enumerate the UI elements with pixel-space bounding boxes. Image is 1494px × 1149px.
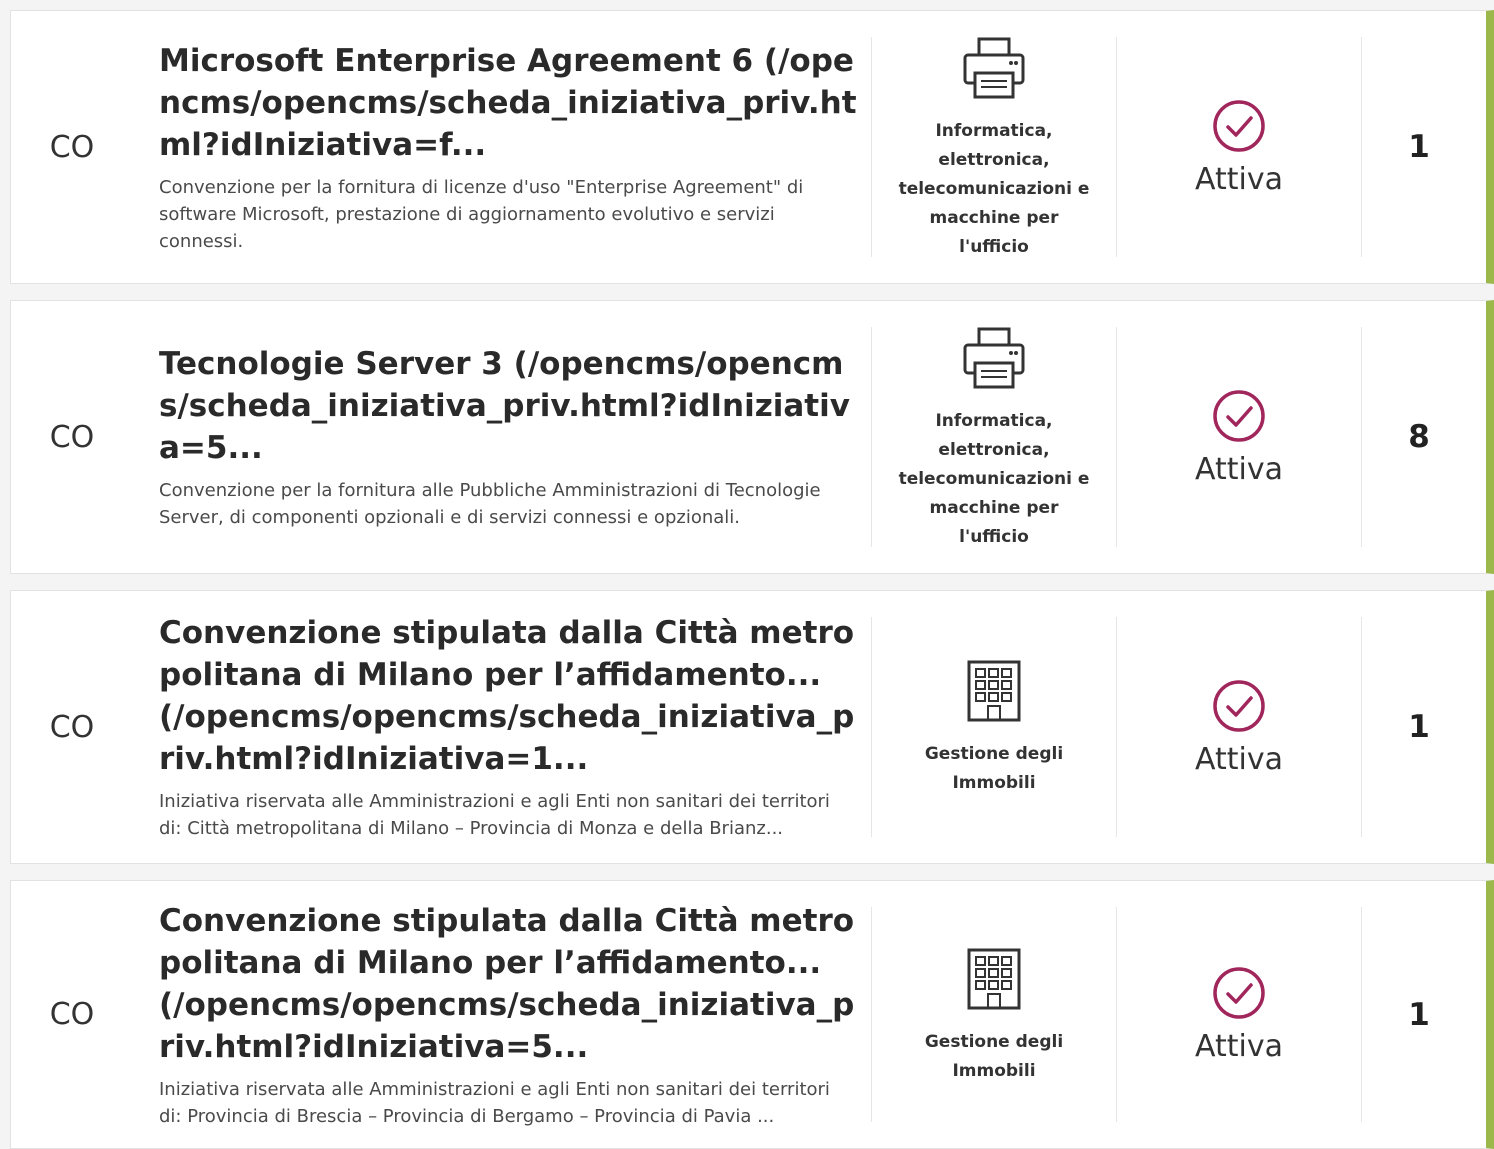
initiative-info: Convenzione stipulata dalla Città metrop… — [139, 612, 871, 842]
type-code: CO — [49, 419, 95, 455]
building-icon — [967, 948, 1021, 1009]
status-label: Attiva — [1195, 741, 1283, 777]
initiative-info: Convenzione stipulata dalla Città metrop… — [139, 900, 871, 1130]
category-label: Informatica, elettronica, telecomunicazi… — [898, 410, 1090, 547]
list-item[interactable]: CO Tecnologie Server 3 (/opencms/opencms… — [10, 300, 1494, 574]
category-label: Gestione degli Immobili — [924, 744, 1064, 793]
list-item[interactable]: CO Microsoft Enterprise Agreement 6 (/op… — [10, 10, 1494, 284]
category-label: Gestione degli Immobili — [924, 1031, 1064, 1081]
initiative-info: Tecnologie Server 3 (/opencms/opencms/sc… — [139, 343, 871, 531]
count-value: 8 — [1408, 419, 1430, 455]
list-item[interactable]: CO Convenzione stipulata dalla Città met… — [10, 590, 1494, 864]
initiative-description: Iniziativa riservata alle Amministrazion… — [159, 1078, 830, 1127]
type-code: CO — [49, 997, 95, 1032]
printer-icon — [963, 37, 1025, 98]
initiative-title-link[interactable]: Tecnologie Server 3 (/opencms/opencms/sc… — [159, 343, 857, 469]
initiative-description: Convenzione per la fornitura di licenze … — [159, 176, 804, 252]
status-cell: Attiva — [1117, 388, 1361, 487]
initiative-description: Convenzione per la fornitura alle Pubbli… — [159, 480, 821, 528]
check-circle-icon — [1213, 967, 1265, 1019]
status-cell: Attiva — [1117, 965, 1361, 1064]
status-label: Attiva — [1195, 1029, 1283, 1064]
count-value: 1 — [1408, 129, 1430, 165]
check-circle-icon — [1213, 679, 1265, 732]
category-label: Informatica, elettronica, telecomunicazi… — [898, 120, 1090, 257]
status-cell: Attiva — [1117, 678, 1361, 777]
printer-icon — [963, 327, 1025, 388]
initiative-title-link[interactable]: Convenzione stipulata dalla Città metrop… — [159, 612, 857, 780]
count-value: 1 — [1408, 996, 1430, 1033]
type-code: CO — [49, 129, 95, 165]
initiative-description: Iniziativa riservata alle Amministrazion… — [159, 791, 830, 839]
initiatives-list: CO Microsoft Enterprise Agreement 6 (/op… — [0, 0, 1494, 1149]
building-icon — [967, 660, 1021, 722]
initiative-title-link[interactable]: Microsoft Enterprise Agreement 6 (/openc… — [159, 40, 857, 166]
initiative-title-link[interactable]: Convenzione stipulata dalla Città metrop… — [159, 900, 857, 1068]
initiative-info: Microsoft Enterprise Agreement 6 (/openc… — [139, 40, 871, 255]
type-code: CO — [49, 709, 95, 745]
list-item[interactable]: CO Convenzione stipulata dalla Città met… — [10, 880, 1494, 1149]
count-value: 1 — [1408, 709, 1430, 745]
status-label: Attiva — [1195, 161, 1283, 197]
check-circle-icon — [1213, 99, 1265, 152]
category-cell: Gestione degli Immobili — [872, 656, 1116, 798]
status-cell: Attiva — [1117, 98, 1361, 197]
category-cell: Informatica, elettronica, telecomunicazi… — [872, 33, 1116, 262]
category-cell: Gestione degli Immobili — [872, 944, 1116, 1086]
category-cell: Informatica, elettronica, telecomunicazi… — [872, 323, 1116, 552]
status-label: Attiva — [1195, 451, 1283, 487]
check-circle-icon — [1213, 389, 1265, 442]
